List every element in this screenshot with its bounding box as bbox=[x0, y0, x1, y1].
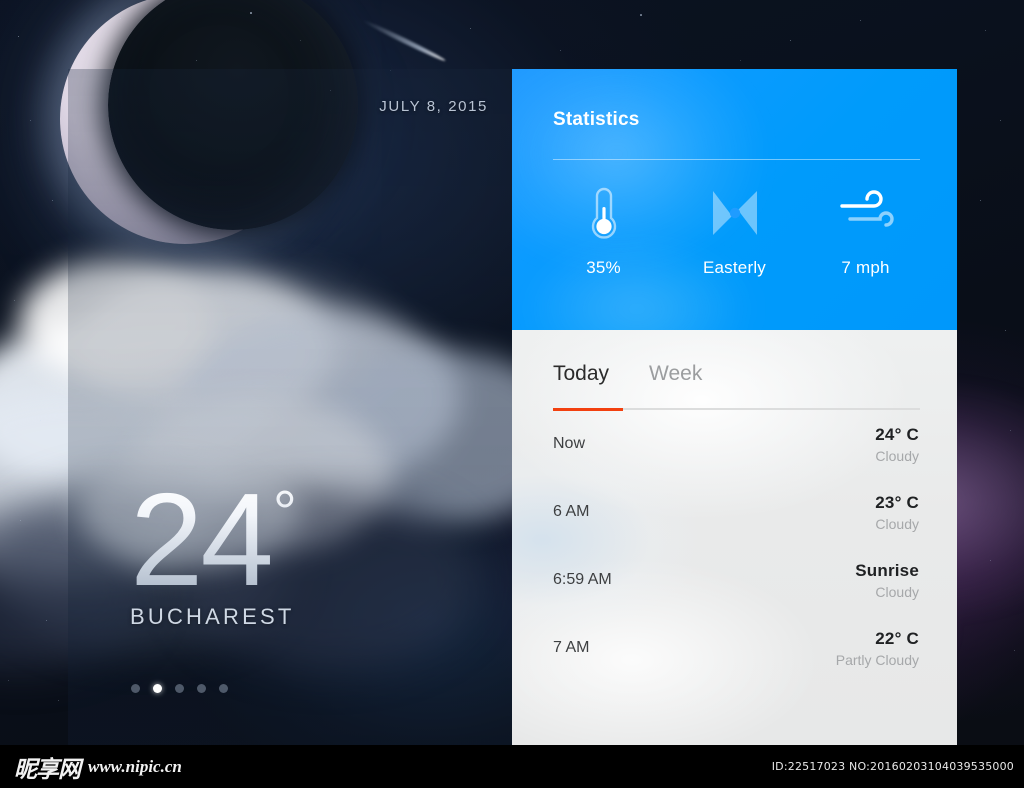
current-temperature: 24 bbox=[130, 465, 274, 613]
pager-dot-4[interactable] bbox=[197, 684, 206, 693]
stat-wind-direction[interactable]: Easterly bbox=[669, 182, 800, 278]
forecast-time: 7 AM bbox=[553, 639, 590, 656]
star-icon bbox=[985, 30, 987, 32]
statistics-row: 35% Easterly 7 mph bbox=[512, 182, 957, 278]
stat-humidity[interactable]: 35% bbox=[538, 182, 669, 278]
statistics-divider bbox=[553, 159, 920, 160]
table-row[interactable]: Now 24° C Cloudy bbox=[553, 410, 919, 478]
forecast-condition: Cloudy bbox=[875, 447, 919, 464]
table-row[interactable]: 7 AM 22° C Partly Cloudy bbox=[553, 614, 919, 682]
star-icon bbox=[250, 12, 252, 14]
star-icon bbox=[790, 40, 792, 42]
stat-humidity-value: 35% bbox=[586, 258, 621, 277]
thermometer-icon bbox=[587, 182, 621, 244]
star-icon bbox=[18, 36, 20, 38]
hero-panel: JULY 8, 2015 24° BUCHAREST bbox=[68, 69, 512, 745]
star-icon bbox=[8, 680, 10, 682]
star-icon bbox=[470, 28, 472, 30]
tab-today[interactable]: Today bbox=[553, 362, 609, 386]
stat-wind-speed[interactable]: 7 mph bbox=[800, 182, 931, 278]
pager-dot-2[interactable] bbox=[153, 684, 162, 693]
pager-dot-5[interactable] bbox=[219, 684, 228, 693]
forecast-values: 24° C Cloudy bbox=[875, 425, 919, 464]
star-icon bbox=[300, 40, 301, 41]
forecast-values: Sunrise Cloudy bbox=[855, 561, 919, 600]
tab-week[interactable]: Week bbox=[649, 362, 702, 386]
temperature-block: 24° BUCHAREST bbox=[130, 465, 297, 630]
compass-icon bbox=[707, 182, 763, 244]
star-icon bbox=[58, 700, 60, 702]
stat-wind-speed-value: 7 mph bbox=[841, 258, 890, 277]
pager-dots[interactable] bbox=[131, 684, 228, 693]
right-column: Statistics 35% Easterly 7 mph Today Week… bbox=[512, 69, 957, 745]
wind-icon bbox=[838, 182, 894, 244]
star-icon bbox=[640, 14, 642, 16]
stat-wind-direction-value: Easterly bbox=[702, 258, 766, 277]
forecast-time: 6:59 AM bbox=[553, 571, 612, 588]
degree-symbol: ° bbox=[272, 478, 297, 546]
star-icon bbox=[980, 200, 982, 202]
pager-dot-1[interactable] bbox=[131, 684, 140, 693]
table-row[interactable]: 6:59 AM Sunrise Cloudy bbox=[553, 546, 919, 614]
statistics-panel: Statistics 35% Easterly 7 mph bbox=[512, 69, 957, 330]
forecast-values: 22° C Partly Cloudy bbox=[836, 629, 919, 668]
current-date: JULY 8, 2015 bbox=[379, 98, 488, 115]
star-icon bbox=[740, 60, 741, 61]
forecast-temp: Sunrise bbox=[855, 560, 919, 580]
forecast-tabs: Today Week bbox=[512, 330, 957, 386]
weather-card: JULY 8, 2015 24° BUCHAREST Statistics 35… bbox=[68, 69, 957, 745]
forecast-temp: 23° C bbox=[875, 492, 919, 512]
nipic-url: www.nipic.cn bbox=[88, 756, 182, 776]
forecast-values: 23° C Cloudy bbox=[875, 493, 919, 532]
statistics-title: Statistics bbox=[553, 109, 640, 130]
forecast-temp: 24° C bbox=[875, 424, 919, 444]
city-name: BUCHAREST bbox=[130, 604, 295, 629]
forecast-temp: 22° C bbox=[875, 628, 919, 648]
star-icon bbox=[1000, 120, 1002, 122]
forecast-condition: Partly Cloudy bbox=[835, 651, 919, 668]
forecast-list: Now 24° C Cloudy 6 AM 23° C Cloudy 6:59 … bbox=[512, 410, 957, 682]
forecast-panel: Today Week Now 24° C Cloudy 6 AM 23° C C… bbox=[512, 330, 957, 745]
star-icon bbox=[860, 20, 862, 22]
nipic-logo: 昵享网 bbox=[14, 756, 81, 783]
table-row[interactable]: 6 AM 23° C Cloudy bbox=[553, 478, 919, 546]
forecast-condition: Cloudy bbox=[875, 583, 919, 600]
forecast-time: 6 AM bbox=[553, 503, 590, 520]
watermark-id: ID:22517023 NO:20160203104039535000 bbox=[771, 760, 1014, 773]
forecast-time: Now bbox=[553, 435, 586, 452]
watermark-bar: 昵享网 www.nipic.cn ID:22517023 NO:20160203… bbox=[0, 745, 1024, 788]
star-icon bbox=[30, 120, 32, 122]
screenshot-root: JULY 8, 2015 24° BUCHAREST Statistics 35… bbox=[0, 0, 1024, 788]
forecast-condition: Cloudy bbox=[875, 515, 919, 532]
pager-dot-3[interactable] bbox=[175, 684, 184, 693]
star-icon bbox=[560, 50, 562, 52]
